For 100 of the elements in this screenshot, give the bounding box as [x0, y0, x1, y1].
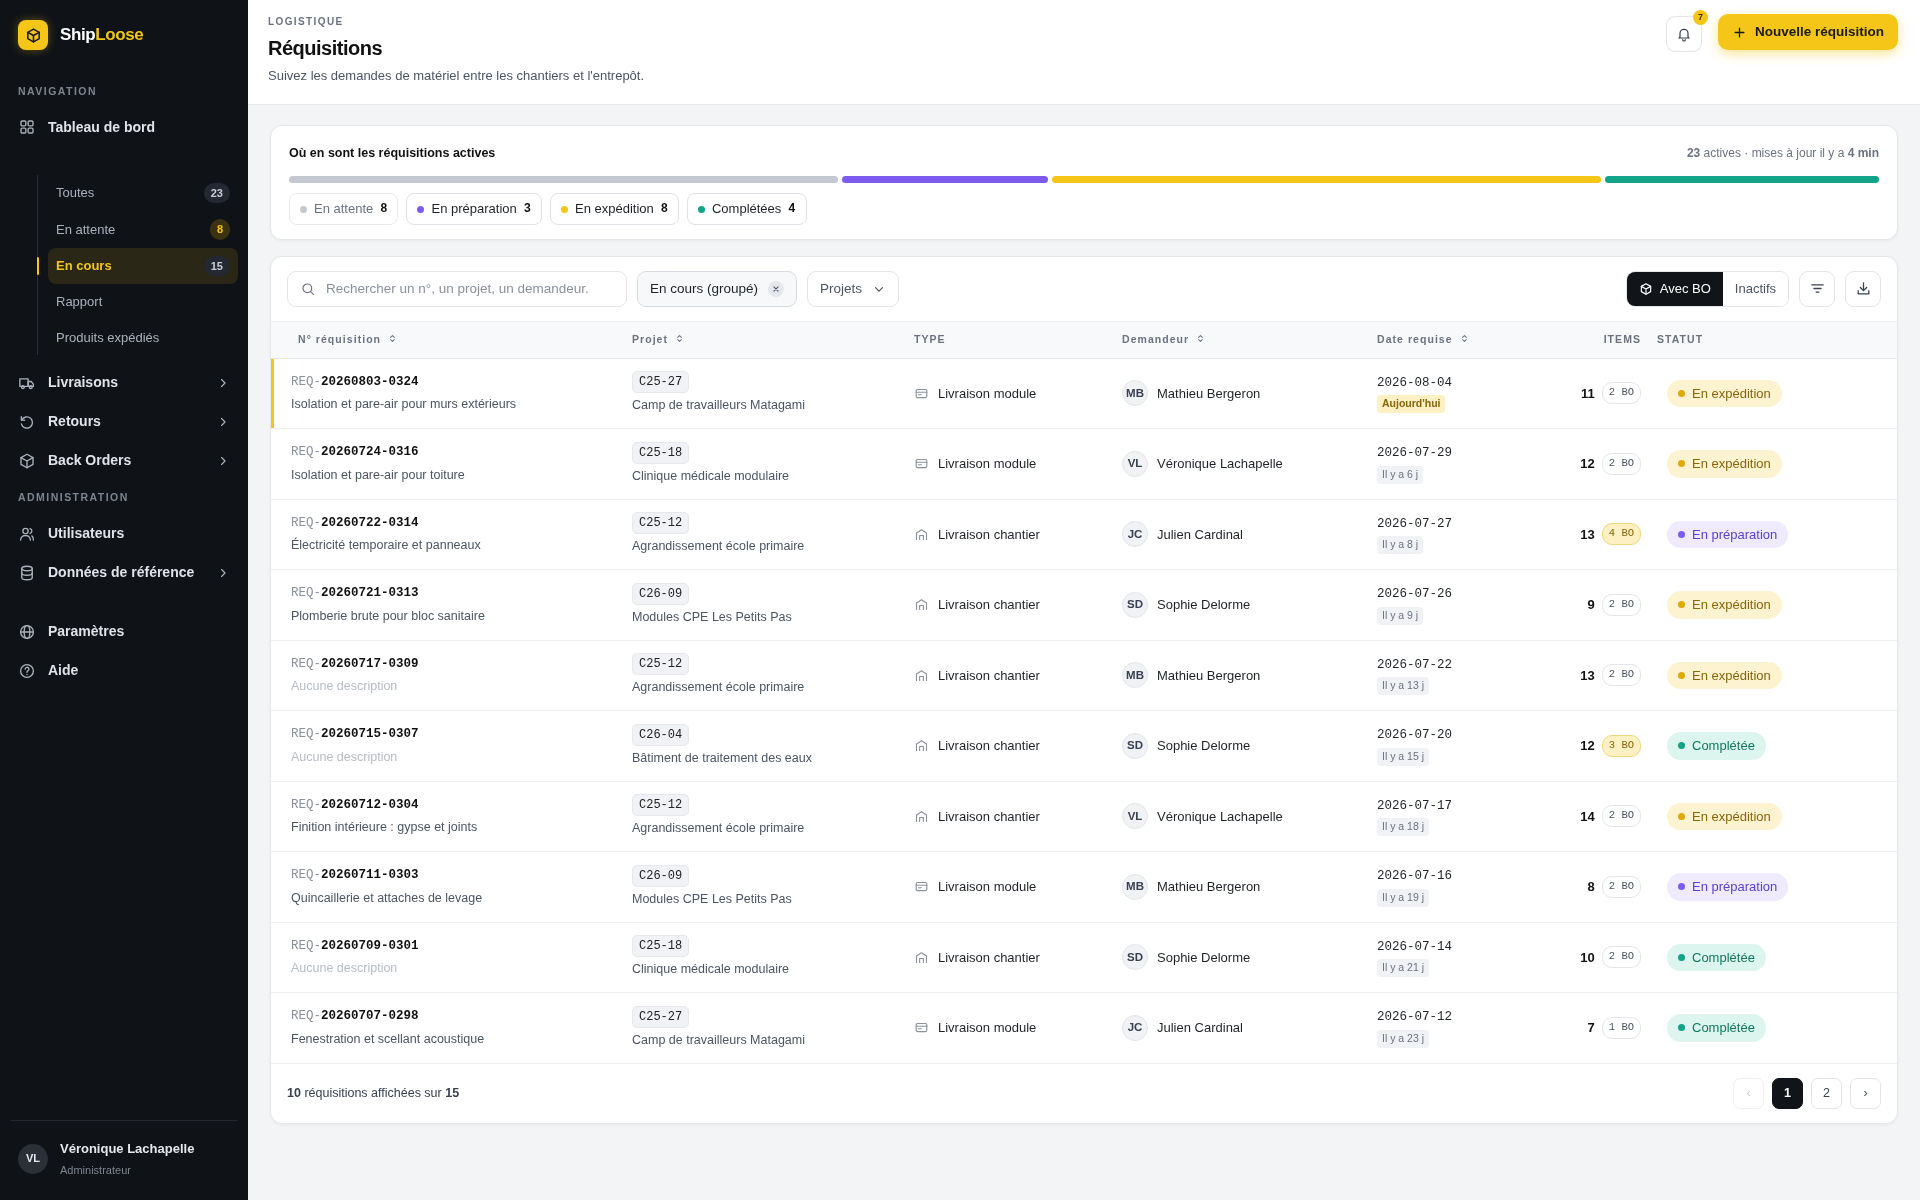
project-name: Bâtiment de traitement des eaux	[632, 749, 813, 767]
due-date: 2026-07-27	[1377, 515, 1453, 533]
filter-button[interactable]	[1799, 270, 1835, 307]
sidebar-item[interactable]: Données de référence	[10, 553, 238, 592]
relative-date: Aujourd'hui	[1377, 395, 1446, 413]
sidebar-subitem[interactable]: En attente 8	[48, 211, 238, 248]
project-name: Clinique médicale modulaire	[632, 961, 791, 979]
section-heading: NAVIGATION	[17, 84, 99, 99]
avatar: SD	[1122, 591, 1148, 618]
item-count: 8	[1587, 878, 1595, 896]
status-badge: Complétée	[1667, 943, 1766, 971]
due-date: 2026-07-14	[1377, 938, 1453, 956]
description: Aucune description	[291, 748, 399, 766]
count-badge: 15	[203, 255, 230, 277]
avatar: VL	[1122, 450, 1148, 477]
requisition-number[interactable]: REQ-20260724-0316	[291, 443, 616, 462]
status-chip[interactable]: En préparation 3	[406, 193, 542, 225]
column-header[interactable]: Date requise	[1369, 321, 1554, 358]
avatar: SD	[1122, 732, 1148, 759]
requester-name: Julien Cardinal	[1157, 525, 1243, 544]
count-badge: 23	[203, 182, 230, 204]
requisition-number[interactable]: REQ-20260711-0303	[291, 866, 616, 885]
column-header[interactable]: N° réquisition	[271, 321, 624, 358]
back-order-count: 2 BO	[1601, 382, 1641, 405]
eyebrow-label: LOGISTIQUE	[268, 15, 345, 29]
sidebar-item[interactable]: Back Orders	[10, 441, 238, 481]
notification-button[interactable]	[1665, 16, 1702, 52]
status-chip[interactable]: Complétées 4	[686, 193, 807, 225]
avatar: MB	[1122, 662, 1148, 689]
sidebar-item[interactable]: Tableau de bord	[10, 107, 238, 147]
sidebar-subitem[interactable]: Produits expédiés	[48, 319, 238, 356]
back-order-count: 2 BO	[1601, 452, 1641, 475]
item-count: 11	[1581, 384, 1595, 403]
item-count: 14	[1580, 807, 1595, 826]
requester-name: Sophie Delorme	[1157, 948, 1251, 967]
sidebar-item[interactable]: Aide	[10, 651, 238, 690]
requisition-number[interactable]: REQ-20260707-0298	[291, 1007, 616, 1026]
avatar: JC	[1122, 521, 1148, 548]
description: Finition intérieure : gypse et joints	[291, 819, 479, 837]
description: Isolation et pare-air pour toiture	[291, 466, 466, 484]
back-order-count: 2 BO	[1601, 664, 1641, 687]
status-badge: En préparation	[1667, 520, 1789, 548]
sidebar-subitem[interactable]: Toutes 23	[48, 174, 238, 212]
close-icon	[771, 283, 782, 294]
requisition-number[interactable]: REQ-20260712-0304	[291, 795, 616, 815]
requester-name: Sophie Delorme	[1157, 737, 1251, 755]
sidebar-item[interactable]: Utilisateurs	[10, 514, 238, 553]
page-button[interactable]: 1	[1772, 1077, 1803, 1109]
column-header: TYPE	[906, 321, 1114, 358]
description: Plomberie brute pour bloc sanitaire	[291, 607, 486, 625]
column-header[interactable]: Projet	[624, 321, 906, 358]
avatar: MB	[1122, 380, 1148, 407]
sidebar-item[interactable]: Paramètres	[10, 612, 238, 651]
new-requisition-button[interactable]: Nouvelle réquisition	[1717, 14, 1898, 51]
type-label: Livraison chantier	[938, 807, 1040, 826]
relative-date: Il y a 15 j	[1377, 747, 1430, 766]
page-button[interactable]: 2	[1811, 1077, 1842, 1109]
requisition-number[interactable]: REQ-20260709-0301	[291, 936, 616, 956]
requisition-number[interactable]: REQ-20260721-0313	[291, 584, 616, 603]
search-field[interactable]: Rechercher un n°, un projet, un demandeur.	[287, 270, 627, 307]
project-code: C25-12	[632, 794, 690, 817]
project-name: Camp de travailleurs Matagami	[632, 397, 806, 415]
item-count: 7	[1587, 1019, 1595, 1037]
type-label: Livraison module	[938, 455, 1037, 473]
description: Électricité temporaire et panneaux	[291, 536, 482, 555]
project-name: Clinique médicale modulaire	[632, 467, 791, 485]
download-button[interactable]	[1845, 270, 1881, 307]
project-code: C25-12	[632, 512, 690, 535]
column-header: ITEMS	[1554, 321, 1649, 358]
status-chip[interactable]: En attente 8	[289, 193, 399, 225]
requisition-number[interactable]: REQ-20260722-0314	[291, 513, 616, 533]
sidebar-subitem[interactable]: Rapport	[48, 284, 238, 320]
section-heading: ADMINISTRATION	[17, 490, 130, 506]
remove-filter-button[interactable]	[768, 280, 785, 297]
next-page-button[interactable]: ›	[1850, 1077, 1881, 1109]
type-label: Livraison module	[938, 878, 1037, 896]
box-icon	[18, 451, 36, 470]
help-icon	[18, 661, 36, 680]
description: Aucune description	[291, 678, 399, 696]
column-header[interactable]: Demandeur	[1114, 321, 1369, 358]
avatar: SD	[1122, 944, 1148, 971]
sidebar-item[interactable]: Retours	[10, 402, 238, 442]
globe-icon	[18, 622, 36, 641]
grid-icon	[18, 118, 36, 137]
requisition-number[interactable]: REQ-20260717-0309	[291, 654, 616, 674]
back-order-count: 3 BO	[1601, 734, 1641, 757]
sidebar-item[interactable]: Livraisons	[10, 363, 238, 403]
type-label: Livraison module	[938, 1019, 1037, 1037]
status-chip[interactable]: En expédition 8	[549, 193, 679, 225]
requisition-number[interactable]: REQ-20260715-0307	[291, 725, 616, 744]
project-name: Modules CPE Les Petits Pas	[632, 890, 793, 908]
project-name: Agrandissement école primaire	[632, 679, 806, 697]
filter-chip[interactable]: En cours (groupé)	[637, 270, 798, 307]
page-title: Réquisitions	[268, 36, 383, 61]
requisition-number[interactable]: REQ-20260803-0324	[291, 372, 616, 392]
back-order-count: 4 BO	[1601, 523, 1641, 546]
avatar: JC	[1122, 1014, 1148, 1041]
projects-dropdown[interactable]: Projets	[807, 270, 900, 307]
toggle-button[interactable]: Avec BO	[1626, 271, 1723, 306]
description: Fenestration et scellant acoustique	[291, 1030, 486, 1048]
